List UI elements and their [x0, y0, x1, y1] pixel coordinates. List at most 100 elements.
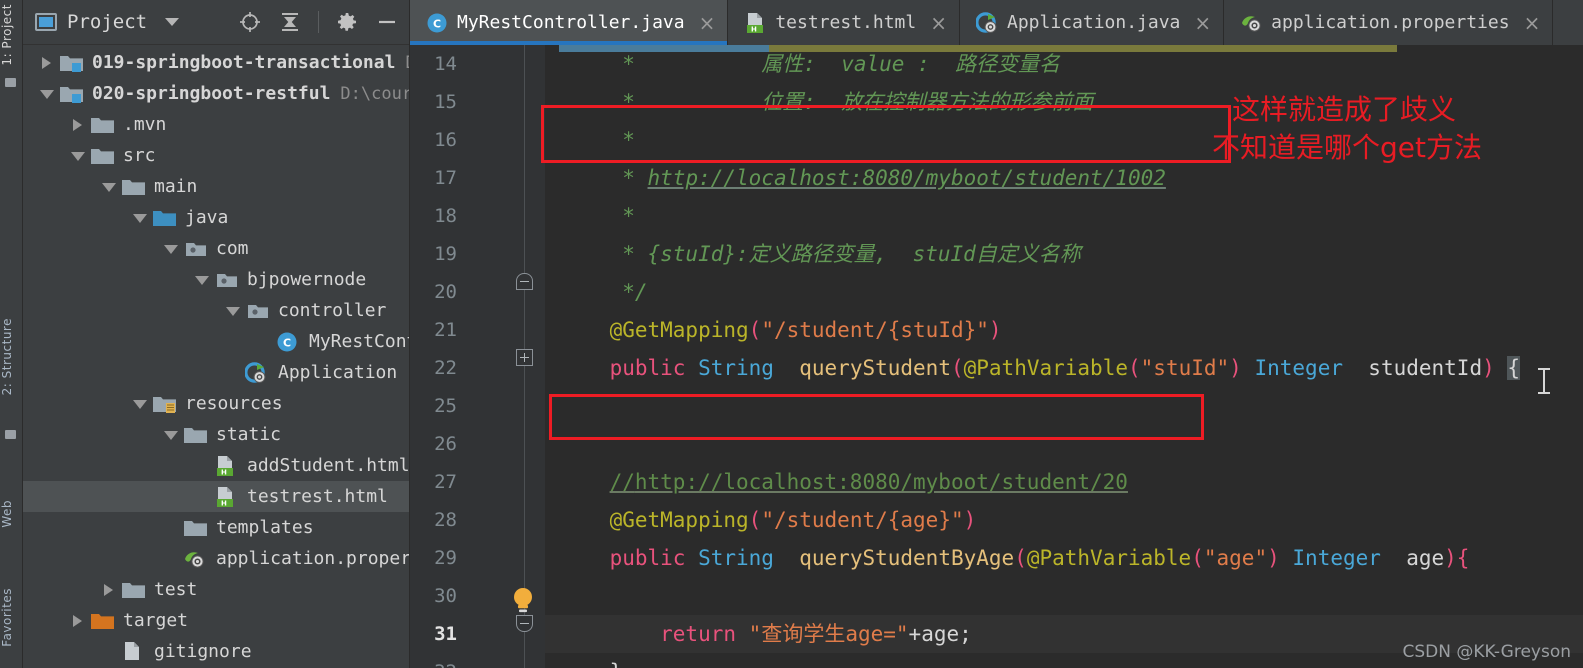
- line-number: 16: [434, 129, 457, 151]
- tree-item-testrest-html[interactable]: Htestrest.html: [23, 481, 409, 512]
- line-number: 31: [434, 623, 457, 645]
- tree-item-static[interactable]: static: [23, 419, 409, 450]
- code-token: (: [748, 508, 762, 532]
- tree-item-controller[interactable]: controller: [23, 295, 409, 326]
- tree-item-myrestcontroll[interactable]: C MyRestControll: [23, 326, 409, 357]
- tree-toggle-down-icon[interactable]: [130, 388, 152, 419]
- tree-toggle-down-icon[interactable]: [68, 140, 90, 171]
- close-icon[interactable]: ×: [1524, 13, 1541, 33]
- svg-text:H: H: [751, 25, 757, 33]
- tree-item-mvn[interactable]: .mvn: [23, 109, 409, 140]
- code-token: "查询学生age=": [748, 622, 909, 646]
- tree-toggle-right-icon[interactable]: [68, 605, 90, 636]
- tree-toggle-right-icon[interactable]: [68, 109, 90, 140]
- tree-item-java[interactable]: java: [23, 202, 409, 233]
- fold-marker-line22[interactable]: [516, 349, 533, 366]
- tree-item-gitignore[interactable]: gitignore: [23, 636, 409, 667]
- editor-area: C MyRestController.java × Htestrest.html × Ap…: [410, 0, 1583, 668]
- tree-item-test[interactable]: test: [23, 574, 409, 605]
- tool-window-button-favorites[interactable]: Favorites: [0, 588, 23, 647]
- code-token: Integer: [1292, 546, 1381, 570]
- package-icon: [245, 300, 271, 322]
- close-icon[interactable]: ×: [930, 13, 947, 33]
- code-line[interactable]: */: [545, 273, 1583, 311]
- tool-window-button-structure[interactable]: 2: Structure: [0, 318, 23, 395]
- tree-toggle-down-icon[interactable]: [192, 264, 214, 295]
- fold-marker-line29[interactable]: [516, 615, 533, 632]
- code-line[interactable]: public String queryStudent(@PathVariable…: [545, 349, 1583, 387]
- tree-toggle-down-icon[interactable]: [130, 202, 152, 233]
- folder-icon: [90, 145, 116, 167]
- editor-tab-label: Application.java: [1007, 12, 1181, 33]
- tool-window-button-project[interactable]: 1: Project: [0, 4, 23, 66]
- code-line[interactable]: *: [545, 197, 1583, 235]
- editor-gutter[interactable]: 14 15 16 17 18 19 20 21 22 25 26 27 28 29 30 31 32: [410, 45, 545, 668]
- code-token: ){: [1444, 546, 1470, 570]
- tree-toggle-right-icon[interactable]: [37, 47, 59, 78]
- tree-item-application-propertie[interactable]: application.propertie: [23, 543, 409, 574]
- collapse-all-icon[interactable]: [278, 10, 302, 34]
- tree-item-resources[interactable]: resources: [23, 388, 409, 419]
- project-title-group[interactable]: Project: [35, 11, 180, 33]
- code-line[interactable]: [545, 577, 1583, 615]
- tree-toggle-down-icon[interactable]: [99, 171, 121, 202]
- package-icon: [214, 269, 240, 291]
- tree-item-src[interactable]: src: [23, 140, 409, 171]
- locate-icon[interactable]: [238, 10, 262, 34]
- java-class-icon: C: [276, 331, 302, 353]
- tree-item-templates[interactable]: templates: [23, 512, 409, 543]
- code-token: ): [988, 318, 1002, 342]
- code-line[interactable]: * 属性: value : 路径变量名: [545, 45, 1583, 83]
- tree-item-path: D:\course\: [340, 83, 409, 104]
- code-token: public: [559, 356, 686, 380]
- tree-item-label: .mvn: [123, 114, 167, 135]
- close-icon[interactable]: ×: [1194, 13, 1211, 33]
- tree-toggle-right-icon[interactable]: [99, 574, 121, 605]
- tree-item-main[interactable]: main: [23, 171, 409, 202]
- tree-toggle-down-icon[interactable]: [161, 233, 183, 264]
- code-line[interactable]: [545, 387, 1583, 425]
- code-line[interactable]: * {stuId}:定义路径变量, stuId自定义名称: [545, 235, 1583, 273]
- editor-tab-application-java[interactable]: Application.java ×: [960, 0, 1225, 45]
- html-file-icon: H: [744, 12, 766, 34]
- tree-toggle-down-icon[interactable]: [223, 295, 245, 326]
- tree-item-addstudent-html[interactable]: HaddStudent.html: [23, 450, 409, 481]
- editor-tab-testrest-html[interactable]: Htestrest.html ×: [728, 0, 960, 45]
- code-token: http://localhost:8080/myboot/student/100…: [647, 166, 1166, 190]
- fold-marker-line20[interactable]: [516, 273, 533, 290]
- tool-window-button-web[interactable]: Web: [0, 500, 23, 528]
- code-line[interactable]: @GetMapping("/student/{stuId}"): [545, 311, 1583, 349]
- code-line[interactable]: [545, 425, 1583, 463]
- code-line[interactable]: public String queryStudentByAge(@PathVar…: [545, 539, 1583, 577]
- tree-toggle-down-icon[interactable]: [37, 78, 59, 109]
- tree-item-target[interactable]: target: [23, 605, 409, 636]
- tree-item-bjpowernode[interactable]: bjpowernode: [23, 264, 409, 295]
- code-line[interactable]: //http://localhost:8080/myboot/student/2…: [545, 463, 1583, 501]
- package-icon: [183, 238, 209, 260]
- project-tree[interactable]: 019-springboot-transactional D:\c 020-spri…: [23, 45, 409, 668]
- tree-item-label: application.propertie: [216, 548, 409, 569]
- tree-item-application[interactable]: Application: [23, 357, 409, 388]
- tree-toggle-down-icon[interactable]: [161, 419, 183, 450]
- tree-item-020-springboot-restful[interactable]: 020-springboot-restful D:\course\: [23, 78, 409, 109]
- intention-bulb-icon[interactable]: [510, 585, 536, 615]
- annotation-text-line2: 不知道是哪个get方法: [1212, 131, 1482, 164]
- tree-item-com[interactable]: com: [23, 233, 409, 264]
- editor-tab-myrestcontroller-java[interactable]: C MyRestController.java ×: [410, 0, 729, 45]
- tool-window-strip-left: 1: Project 2: Structure Web Favorites: [0, 0, 23, 668]
- tree-item-019-springboot-transactional[interactable]: 019-springboot-transactional D:\c: [23, 47, 409, 78]
- line-number: 28: [434, 509, 457, 531]
- editor-tab-application-properties[interactable]: application.properties ×: [1224, 0, 1554, 45]
- close-icon[interactable]: ×: [699, 13, 716, 33]
- settings-gear-icon[interactable]: [335, 10, 359, 34]
- code-token: (: [1014, 546, 1027, 570]
- minimize-icon[interactable]: [375, 10, 399, 34]
- chevron-down-icon[interactable]: [165, 18, 180, 26]
- editor-tab-bar[interactable]: C MyRestController.java × Htestrest.html × Ap…: [410, 0, 1583, 45]
- code-line[interactable]: @GetMapping("/student/{age}"): [545, 501, 1583, 539]
